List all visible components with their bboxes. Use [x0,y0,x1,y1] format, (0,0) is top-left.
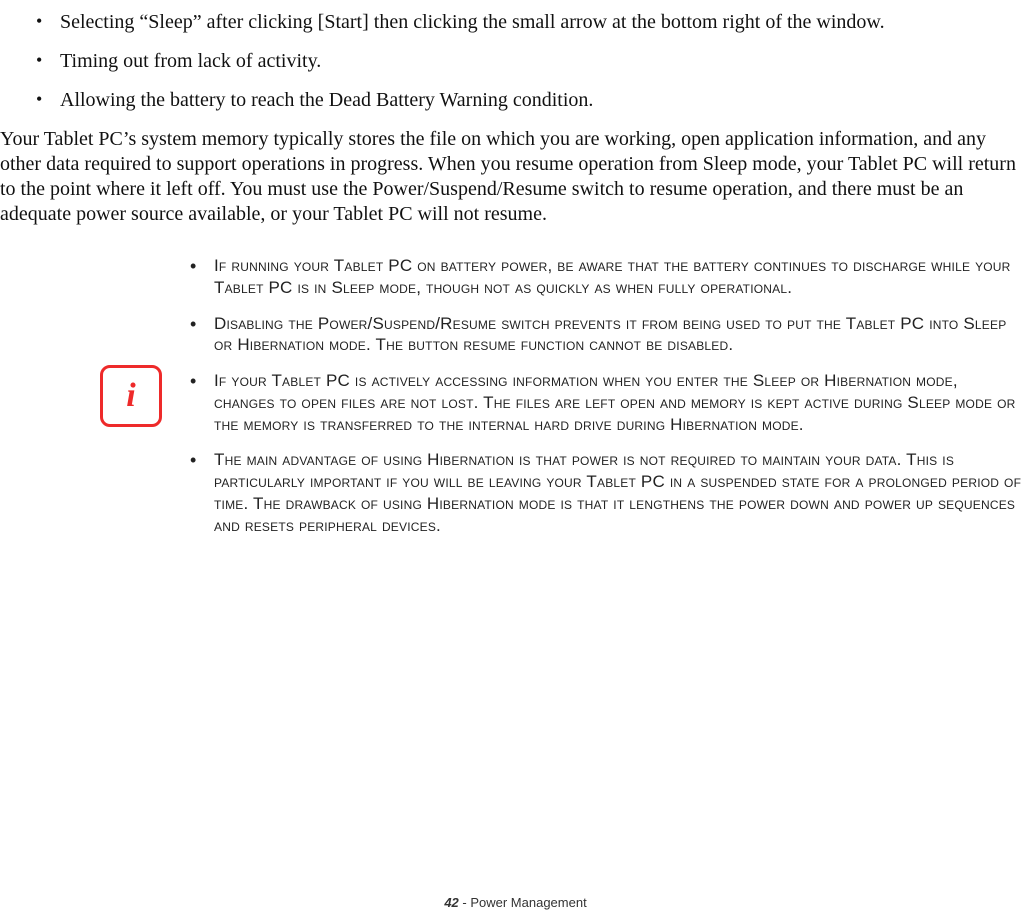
list-item: If running your Tablet PC on battery pow… [190,255,1023,299]
section-title: Power Management [470,895,586,910]
info-icon-column: i [100,365,162,427]
list-item: Selecting “Sleep” after clicking [Start]… [36,10,1023,35]
info-note: i If running your Tablet PC on battery p… [0,255,1023,536]
list-item: The main advantage of using Hibernation … [190,449,1023,536]
bullet-text: Disabling the Power/Suspend/Resume switc… [214,314,1006,355]
list-item: Allowing the battery to reach the Dead B… [36,88,1023,113]
list-item: Disabling the Power/Suspend/Resume switc… [190,313,1023,357]
body-paragraph: Your Tablet PC’s system memory typically… [0,127,1023,227]
list-item: Timing out from lack of activity. [36,49,1023,74]
bullet-text: Selecting “Sleep” after clicking [Start]… [60,11,885,33]
info-icon: i [100,365,162,427]
footer-separator: - [459,895,471,910]
bullet-text: The main advantage of using Hibernation … [214,450,1021,534]
note-bullet-list: If running your Tablet PC on battery pow… [190,255,1023,536]
bullet-text: If running your Tablet PC on battery pow… [214,256,1011,297]
page-footer: 42 - Power Management [0,895,1031,911]
list-item: If your Tablet PC is actively accessing … [190,370,1023,435]
bullet-text: If your Tablet PC is actively accessing … [214,371,1016,434]
bullet-text: Timing out from lack of activity. [60,50,321,72]
intro-bullet-list: Selecting “Sleep” after clicking [Start]… [36,10,1023,113]
info-icon-glyph: i [126,379,135,413]
page-number: 42 [444,895,458,910]
info-note-body: If running your Tablet PC on battery pow… [190,255,1023,536]
bullet-text: Allowing the battery to reach the Dead B… [60,89,593,111]
